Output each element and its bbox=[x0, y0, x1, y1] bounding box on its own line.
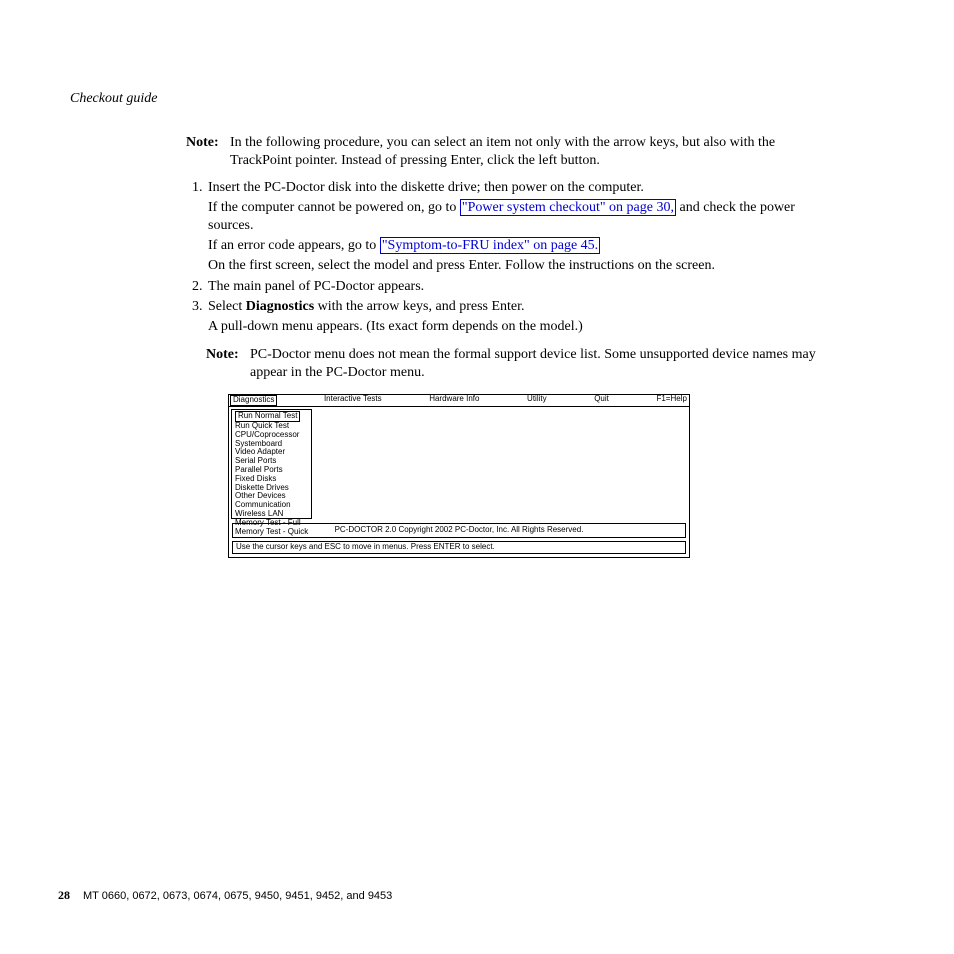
menu-diagnostics: Diagnostics bbox=[230, 395, 277, 406]
page-footer: 28 MT 0660, 0672, 0673, 0674, 0675, 9450… bbox=[58, 888, 392, 904]
ordered-steps: Insert the PC-Doctor disk into the diske… bbox=[186, 179, 816, 337]
footer-models: MT 0660, 0672, 0673, 0674, 0675, 9450, 9… bbox=[83, 890, 392, 902]
menu-interactive-tests: Interactive Tests bbox=[322, 395, 384, 406]
link-symptom-to-fru[interactable]: "Symptom-to-FRU index" on page 45. bbox=[380, 237, 600, 254]
step-3-line1: Select Diagnostics with the arrow keys, … bbox=[208, 298, 816, 316]
dropdown-item: Memory Test - Quick bbox=[235, 528, 308, 537]
diag-menubar: Diagnostics Interactive Tests Hardware I… bbox=[229, 395, 689, 407]
step-1: Insert the PC-Doctor disk into the diske… bbox=[206, 179, 816, 276]
step-1-line1: Insert the PC-Doctor disk into the diske… bbox=[208, 179, 816, 197]
link-power-system-checkout[interactable]: "Power system checkout" on page 30, bbox=[460, 199, 676, 216]
text: If the computer cannot be powered on, go… bbox=[208, 200, 460, 215]
pc-doctor-screenshot: Diagnostics Interactive Tests Hardware I… bbox=[228, 394, 690, 557]
note-label: Note: bbox=[186, 134, 230, 170]
note-body: In the following procedure, you can sele… bbox=[230, 134, 816, 170]
diag-dropdown: Run Normal Test Run Quick Test CPU/Copro… bbox=[231, 409, 312, 519]
menu-quit: Quit bbox=[592, 395, 611, 406]
step-1-line3: If an error code appears, go to "Symptom… bbox=[208, 237, 816, 255]
diagnostics-bold: Diagnostics bbox=[246, 299, 314, 314]
text: with the arrow keys, and press Enter. bbox=[314, 299, 524, 314]
step-3-line2: A pull-down menu appears. (Its exact for… bbox=[208, 318, 816, 336]
step-2: The main panel of PC-Doctor appears. bbox=[206, 278, 816, 296]
running-head: Checkout guide bbox=[70, 90, 884, 108]
note-label: Note: bbox=[206, 346, 250, 382]
text: If an error code appears, go to bbox=[208, 238, 380, 253]
note-block-2: Note: PC-Doctor menu does not mean the f… bbox=[206, 346, 816, 382]
menu-hardware-info: Hardware Info bbox=[427, 395, 481, 406]
menu-utility: Utility bbox=[525, 395, 549, 406]
text: Select bbox=[208, 299, 246, 314]
note-block-1: Note: In the following procedure, you ca… bbox=[186, 134, 816, 170]
note-body: PC-Doctor menu does not mean the formal … bbox=[250, 346, 816, 382]
diag-statusbar: Use the cursor keys and ESC to move in m… bbox=[232, 541, 686, 554]
page-number: 28 bbox=[58, 888, 70, 902]
step-1-line4: On the first screen, select the model an… bbox=[208, 257, 816, 275]
step-3: Select Diagnostics with the arrow keys, … bbox=[206, 298, 816, 336]
menu-help: F1=Help bbox=[654, 395, 688, 406]
step-1-line2: If the computer cannot be powered on, go… bbox=[208, 199, 816, 235]
